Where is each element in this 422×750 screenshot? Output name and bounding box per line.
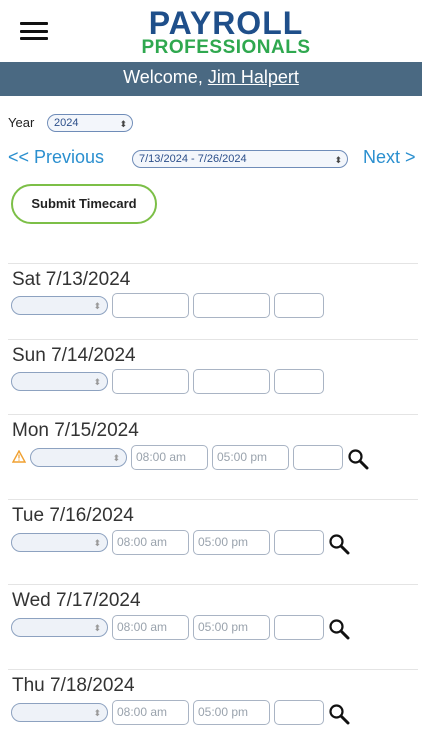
- select-chevron-icon: ⬍: [93, 708, 101, 718]
- select-chevron-icon: ⬍: [93, 301, 101, 311]
- start-time-field[interactable]: [112, 369, 189, 394]
- select-chevron-icon: ⬍: [93, 538, 101, 548]
- end-time-field[interactable]: 05:00 pm: [193, 615, 270, 640]
- hours-field[interactable]: [293, 445, 343, 470]
- row-divider: [8, 669, 418, 670]
- hours-field[interactable]: [274, 615, 324, 640]
- end-time-field[interactable]: [193, 369, 270, 394]
- user-name-link[interactable]: Jim Halpert: [208, 67, 299, 87]
- start-time-field[interactable]: 08:00 am: [112, 700, 189, 725]
- day-label: Wed 7/17/2024: [12, 590, 141, 611]
- pay-type-select[interactable]: ⬍: [11, 533, 108, 552]
- row-divider: [8, 339, 418, 340]
- menu-icon[interactable]: [20, 22, 48, 40]
- year-label: Year: [8, 115, 35, 130]
- hours-field[interactable]: [274, 700, 324, 725]
- welcome-prefix: Welcome,: [123, 67, 208, 87]
- select-chevron-icon: ⬍: [93, 623, 101, 633]
- row-divider: [8, 499, 418, 500]
- logo-bottom-text: PROFESSIONALS: [141, 37, 311, 58]
- top-bar: PAYROLL PROFESSIONALS: [0, 0, 422, 62]
- day-label: Thu 7/18/2024: [12, 675, 135, 696]
- select-chevron-icon: ⬍: [112, 453, 120, 463]
- pay-type-select[interactable]: ⬍: [11, 703, 108, 722]
- day-label: Sat 7/13/2024: [12, 269, 131, 290]
- company-logo: PAYROLL PROFESSIONALS: [137, 5, 315, 58]
- timecard-page: PAYROLL PROFESSIONALS Welcome, Jim Halpe…: [0, 0, 422, 750]
- end-time-field[interactable]: 05:00 pm: [212, 445, 289, 470]
- next-period-link[interactable]: Next >: [363, 147, 416, 168]
- row-divider: [8, 584, 418, 585]
- start-time-field[interactable]: 08:00 am: [131, 445, 208, 470]
- hours-field[interactable]: [274, 293, 324, 318]
- row-divider: [8, 414, 418, 415]
- select-chevron-icon: ⬍: [93, 377, 101, 387]
- pay-period-select[interactable]: 7/13/2024 - 7/26/2024 ⬍: [132, 150, 348, 168]
- search-icon[interactable]: [328, 703, 350, 725]
- submit-timecard-button[interactable]: Submit Timecard: [11, 184, 157, 224]
- welcome-banner: Welcome, Jim Halpert: [0, 62, 422, 96]
- year-select-value: 2024: [54, 117, 79, 129]
- start-time-field[interactable]: [112, 293, 189, 318]
- start-time-field[interactable]: 08:00 am: [112, 615, 189, 640]
- search-icon[interactable]: [347, 448, 369, 470]
- start-time-field[interactable]: 08:00 am: [112, 530, 189, 555]
- select-chevron-icon: ⬍: [119, 119, 127, 129]
- pay-type-select[interactable]: ⬍: [11, 372, 108, 391]
- pay-type-select[interactable]: ⬍: [30, 448, 127, 467]
- pay-type-select[interactable]: ⬍: [11, 296, 108, 315]
- warning-icon: [11, 449, 27, 463]
- search-icon[interactable]: [328, 618, 350, 640]
- row-divider: [8, 263, 418, 264]
- day-label: Tue 7/16/2024: [12, 505, 134, 526]
- year-select[interactable]: 2024 ⬍: [47, 114, 133, 132]
- end-time-field[interactable]: 05:00 pm: [193, 530, 270, 555]
- logo-top-text: PAYROLL: [148, 5, 304, 41]
- search-icon[interactable]: [328, 533, 350, 555]
- day-label: Mon 7/15/2024: [12, 420, 139, 441]
- end-time-field[interactable]: 05:00 pm: [193, 700, 270, 725]
- hours-field[interactable]: [274, 369, 324, 394]
- end-time-field[interactable]: [193, 293, 270, 318]
- pay-type-select[interactable]: ⬍: [11, 618, 108, 637]
- select-chevron-icon: ⬍: [334, 155, 342, 165]
- previous-period-link[interactable]: << Previous: [8, 147, 104, 168]
- day-label: Sun 7/14/2024: [12, 345, 136, 366]
- pay-period-value: 7/13/2024 - 7/26/2024: [139, 153, 247, 165]
- hours-field[interactable]: [274, 530, 324, 555]
